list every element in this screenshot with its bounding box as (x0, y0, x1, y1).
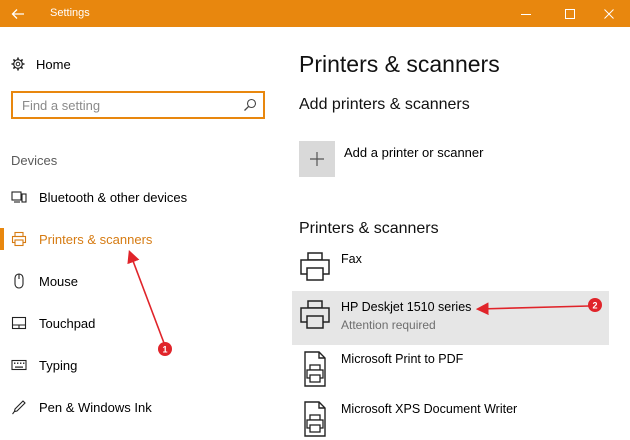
sidebar-item-label: Touchpad (39, 315, 96, 331)
gear-icon (11, 57, 25, 71)
sidebar-item-label: Bluetooth & other devices (39, 189, 188, 205)
sidebar-item-bluetooth[interactable]: Bluetooth & other devices (0, 186, 187, 208)
search-icon[interactable] (243, 98, 257, 112)
page-title: Printers & scanners (299, 51, 500, 77)
sidebar-item-mouse[interactable]: Mouse (0, 270, 78, 292)
plus-icon (310, 152, 324, 166)
pen-icon (1, 399, 37, 415)
maximize-icon (565, 8, 575, 19)
add-printer-button[interactable] (299, 141, 335, 177)
annotation-badge-1: 1 (158, 342, 172, 356)
printer-item-xps-writer[interactable]: Microsoft XPS Document Writer (299, 400, 599, 440)
printer-item-fax[interactable]: Fax (299, 250, 599, 292)
printer-name: Microsoft Print to PDF (341, 352, 464, 366)
close-button[interactable] (592, 0, 626, 27)
minimize-button[interactable] (509, 0, 543, 27)
maximize-button[interactable] (553, 0, 587, 27)
add-printer-label[interactable]: Add a printer or scanner (344, 145, 483, 160)
svg-text:1: 1 (162, 345, 167, 355)
sidebar-item-label: Pen & Windows Ink (39, 399, 152, 415)
printer-icon (300, 300, 330, 329)
touchpad-icon (1, 316, 37, 330)
title-bar: Settings (0, 0, 630, 27)
keyboard-icon (1, 359, 37, 371)
sidebar-item-label: Printers & scanners (39, 231, 153, 247)
close-icon (604, 8, 614, 19)
printer-item-print-to-pdf[interactable]: Microsoft Print to PDF (299, 350, 599, 392)
back-button[interactable] (0, 0, 36, 27)
minimize-icon (521, 13, 531, 15)
mouse-icon (1, 273, 37, 289)
sidebar-item-touchpad[interactable]: Touchpad (0, 312, 95, 334)
sidebar-item-pen[interactable]: Pen & Windows Ink (0, 396, 152, 418)
sidebar-item-label: Typing (39, 357, 78, 373)
sidebar-item-label: Mouse (39, 273, 79, 289)
home-label: Home (36, 56, 71, 72)
document-printer-icon (304, 401, 326, 437)
document-printer-icon (304, 351, 326, 387)
list-section-title: Printers & scanners (299, 220, 439, 237)
section-label-devices: Devices (11, 153, 58, 168)
printer-name: HP Deskjet 1510 series (341, 300, 472, 314)
sidebar-item-printers[interactable]: Printers & scanners (0, 228, 152, 250)
search-placeholder: Find a setting (22, 98, 101, 113)
printer-name: Fax (341, 252, 362, 266)
printer-name: Microsoft XPS Document Writer (341, 402, 518, 416)
add-section-title: Add printers & scanners (299, 96, 470, 113)
annotation-arrow-1 (127, 250, 165, 344)
sidebar-item-home[interactable]: Home (11, 55, 71, 73)
bluetooth-devices-icon (1, 190, 37, 204)
printer-icon (300, 252, 330, 281)
window-title: Settings (50, 7, 90, 19)
search-input[interactable]: Find a setting (11, 91, 265, 119)
back-arrow-icon (11, 8, 24, 19)
sidebar-item-typing[interactable]: Typing (0, 354, 77, 376)
printer-status: Attention required (341, 318, 436, 332)
printer-icon (1, 231, 37, 247)
printer-item-hp-deskjet[interactable]: HP Deskjet 1510 series Attention require… (299, 298, 599, 340)
